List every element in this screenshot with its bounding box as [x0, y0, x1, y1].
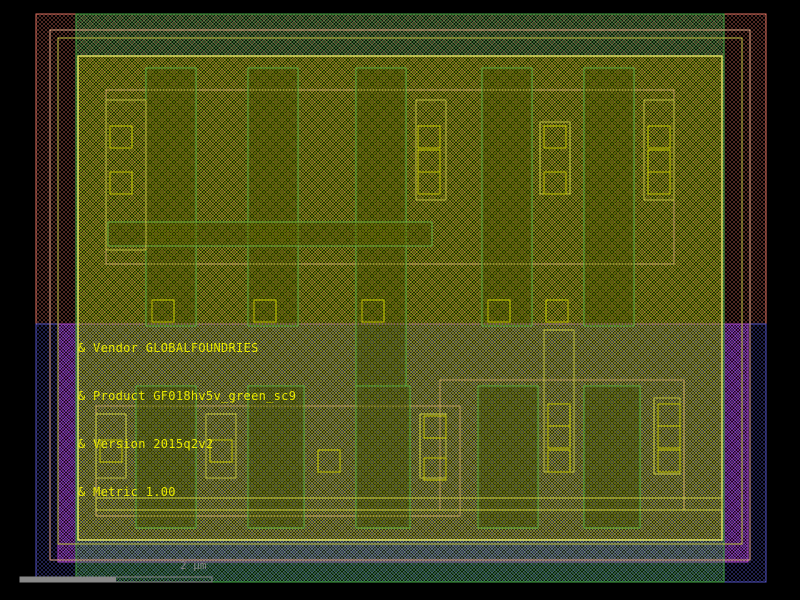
layout-canvas: [19, 13, 767, 583]
gate-4: [481, 67, 533, 327]
gate-1: [145, 67, 197, 327]
version-label: & Version 2015q2v2: [78, 437, 214, 451]
gate-low-5: [583, 385, 641, 529]
gate-low-4: [477, 385, 539, 529]
gate-low-2: [247, 385, 305, 529]
product-label: & Product GF018hv5v_green_sc9: [78, 389, 297, 403]
metal-bar: [107, 221, 433, 247]
scale-bar-label: 2 µm: [180, 559, 207, 572]
vendor-label: & Vendor GLOBALFOUNDRIES: [78, 341, 259, 355]
gate-low-3: [355, 385, 411, 529]
gate-2: [247, 67, 299, 327]
metric-label: & Metric 1.00: [78, 485, 176, 499]
gate-low-1: [135, 385, 197, 529]
scale-bar-fill: [20, 577, 116, 582]
gate-5: [583, 67, 635, 327]
